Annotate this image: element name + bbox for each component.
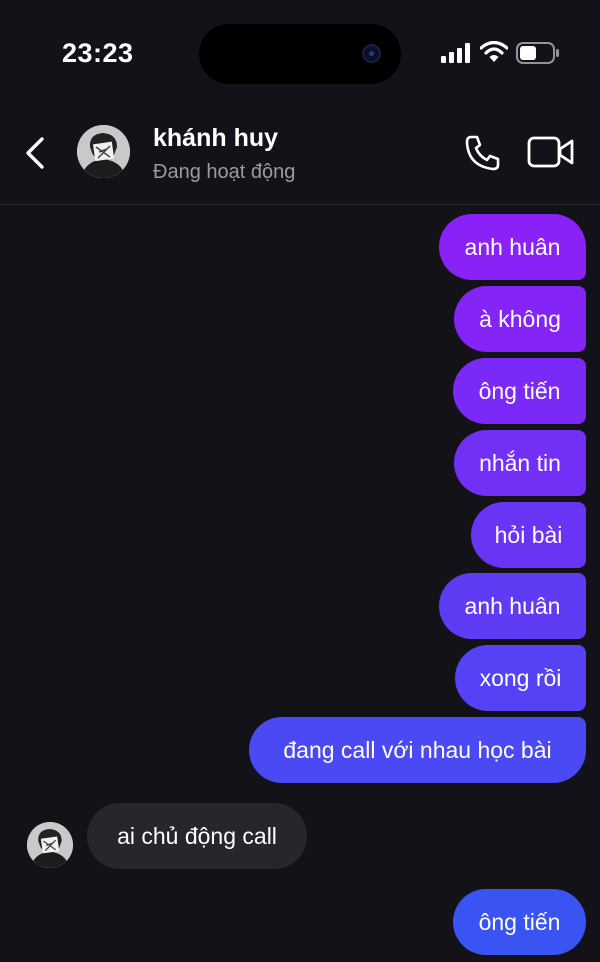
message-bubble-outgoing[interactable]: anh huân xyxy=(439,214,586,280)
message-bubble-outgoing[interactable]: ông tiến xyxy=(453,889,586,955)
phone-icon[interactable] xyxy=(463,133,503,173)
dynamic-island xyxy=(199,24,401,84)
battery-icon xyxy=(516,42,559,64)
status-time: 23:23 xyxy=(62,38,134,68)
video-camera-icon[interactable] xyxy=(527,135,575,169)
camera-icon xyxy=(362,44,381,63)
message-bubble-outgoing[interactable]: nhắn tin xyxy=(454,430,586,496)
contact-avatar-small[interactable] xyxy=(27,822,73,868)
chat-header: khánh huy Đang hoạt động xyxy=(0,105,600,205)
contact-status: Đang hoạt động xyxy=(153,161,296,183)
back-chevron-icon[interactable] xyxy=(22,135,48,171)
message-bubble-outgoing[interactable]: xong rồi xyxy=(455,645,586,711)
cellular-signal-icon xyxy=(441,43,470,63)
wifi-icon xyxy=(480,41,508,62)
message-bubble-outgoing[interactable]: hỏi bài xyxy=(471,502,586,568)
message-bubble-incoming[interactable]: ai chủ động call xyxy=(87,803,307,869)
contact-avatar[interactable] xyxy=(77,125,130,178)
contact-name[interactable]: khánh huy xyxy=(153,124,278,153)
message-bubble-outgoing[interactable]: đang call với nhau học bài xyxy=(249,717,586,783)
message-bubble-outgoing[interactable]: ông tiến xyxy=(453,358,586,424)
status-bar: 23:23 xyxy=(0,0,600,105)
message-bubble-outgoing[interactable]: à không xyxy=(454,286,586,352)
message-bubble-outgoing[interactable]: anh huân xyxy=(439,573,586,639)
